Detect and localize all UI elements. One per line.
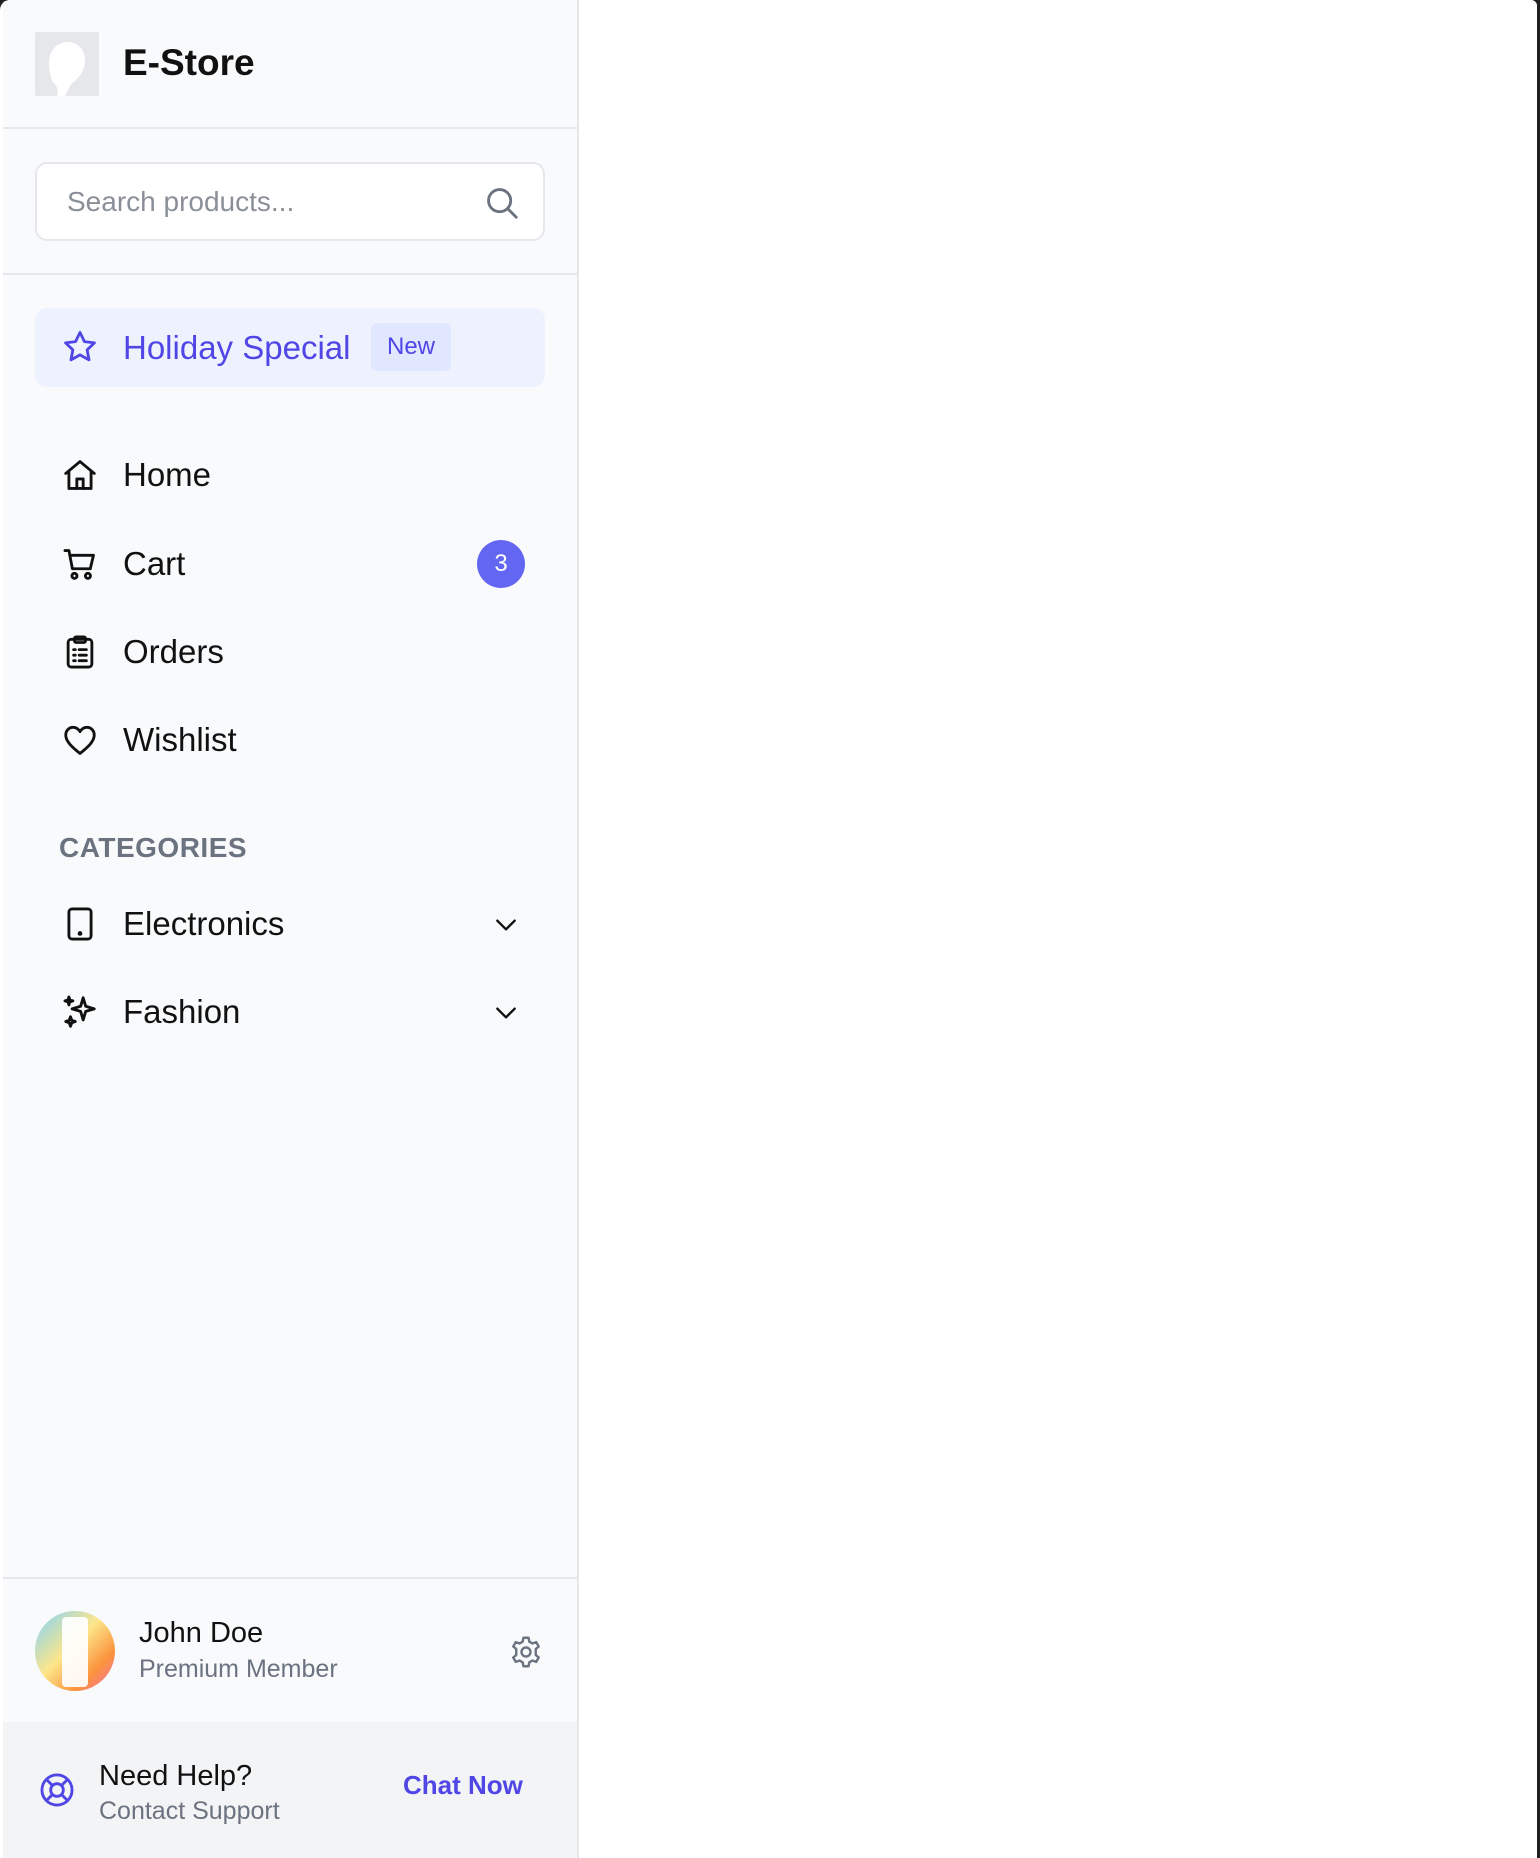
nav-item-orders[interactable]: Orders (35, 617, 545, 687)
new-badge: New (371, 323, 452, 371)
search-box[interactable] (35, 162, 545, 241)
user-name: John Doe (139, 1617, 264, 1649)
nav-item-home[interactable]: Home (35, 440, 545, 510)
category-item-electronics[interactable]: Electronics (35, 889, 545, 959)
search-icon[interactable] (483, 184, 521, 222)
user-profile[interactable]: John Doe Premium Member (3, 1577, 577, 1722)
categories-heading: CATEGORIES (59, 832, 248, 863)
brand-header: E-Store (3, 0, 577, 129)
heart-icon (64, 725, 96, 755)
nav-item-cart[interactable]: Cart 3 (35, 529, 545, 599)
sparkles-icon (63, 995, 96, 1028)
lifebuoy-icon (40, 1773, 74, 1807)
nav-label-orders: Orders (123, 633, 224, 670)
star-icon (64, 331, 96, 362)
user-role: Premium Member (139, 1655, 338, 1683)
home-icon (64, 460, 96, 490)
promo-label: Holiday Special (123, 329, 351, 366)
nav-item-wishlist[interactable]: Wishlist (35, 705, 545, 775)
avatar-image (62, 1617, 88, 1687)
logo[interactable] (35, 32, 99, 96)
help-subtitle: Contact Support (99, 1797, 280, 1825)
category-label-fashion: Fashion (123, 993, 241, 1030)
app-window: E-Store Holiday Special New (0, 0, 1537, 1858)
clipboard-icon (66, 635, 94, 669)
avatar[interactable] (35, 1611, 115, 1691)
chevron-down-icon[interactable] (493, 912, 519, 938)
help-section: Need Help? Contact Support Chat Now (3, 1722, 577, 1858)
cart-count-badge: 3 (477, 540, 525, 588)
cart-icon (63, 549, 95, 580)
category-label-electronics: Electronics (123, 905, 285, 942)
tablet-icon (67, 907, 93, 941)
search-section (3, 129, 577, 275)
search-input[interactable] (67, 164, 467, 239)
logo-icon (49, 42, 85, 96)
gear-icon[interactable] (508, 1634, 544, 1670)
nav-label-home: Home (123, 456, 212, 493)
brand-name: E-Store (123, 42, 255, 83)
nav-label-wishlist: Wishlist (123, 721, 237, 758)
help-title: Need Help? (99, 1760, 253, 1792)
category-item-fashion[interactable]: Fashion (35, 977, 545, 1047)
sidebar: E-Store Holiday Special New (3, 0, 579, 1858)
main-content (579, 0, 1537, 1858)
nav-label-cart: Cart (123, 545, 186, 582)
chevron-down-icon[interactable] (493, 1000, 519, 1026)
chat-now-button[interactable]: Chat Now (403, 1770, 523, 1801)
promo-holiday-special[interactable]: Holiday Special New (35, 308, 545, 387)
